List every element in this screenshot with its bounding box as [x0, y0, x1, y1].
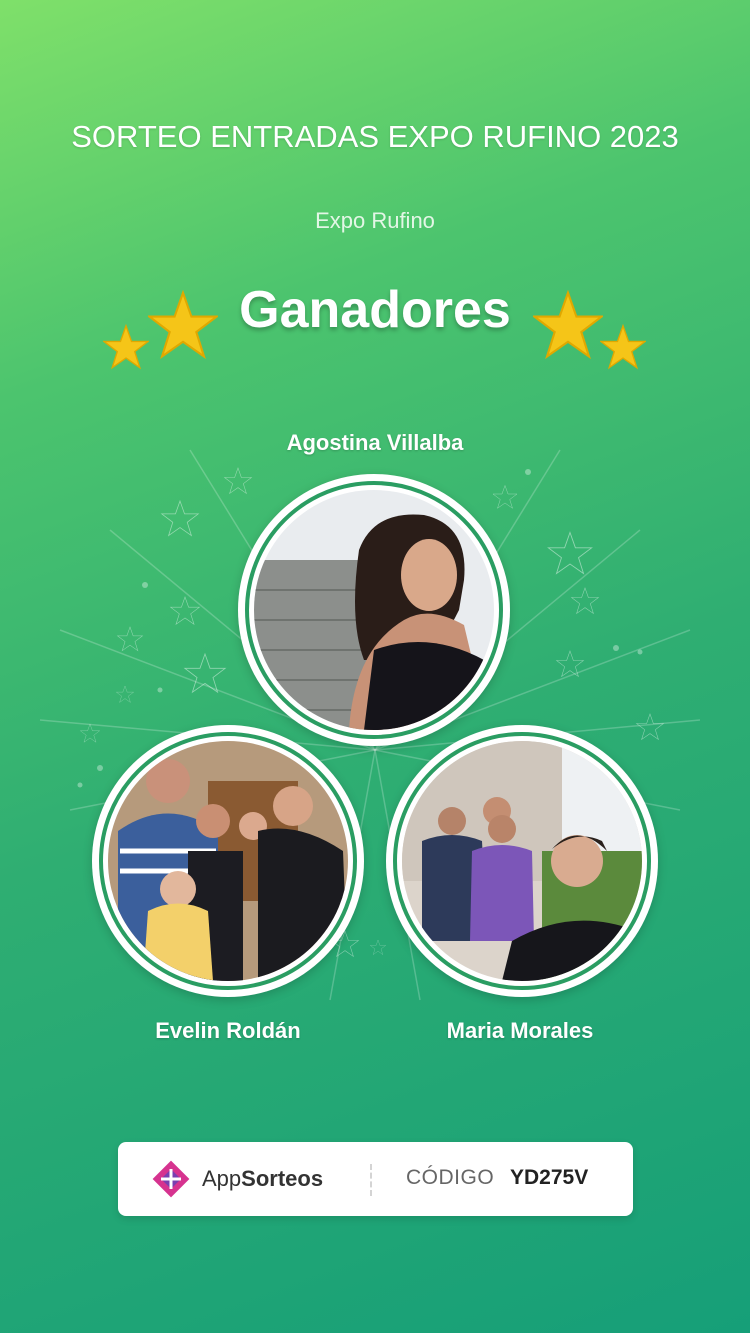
organizer-name: Expo Rufino [315, 208, 435, 233]
winner-avatar [386, 725, 658, 997]
winner-name: Maria Morales [446, 1018, 594, 1043]
draw-code: YD275V [510, 1166, 589, 1189]
draw-title: SORTEO ENTRADAS EXPO RUFINO 2023 [71, 119, 679, 154]
winner-name: Agostina Villalba [286, 430, 464, 455]
family-photo [108, 741, 348, 981]
divider [370, 1164, 372, 1196]
group-selfie-photo [402, 741, 642, 981]
code-label: CÓDIGO [406, 1166, 495, 1189]
winner-avatar [92, 725, 364, 997]
portrait-photo [254, 490, 494, 730]
appsorteos-logo-icon [152, 1160, 190, 1198]
appsorteos-footer[interactable]: AppSorteos CÓDIGO YD275V [118, 1142, 633, 1216]
winner-name: Evelin Roldán [155, 1018, 301, 1043]
brand-name: AppSorteos [202, 1166, 324, 1191]
winners-heading: Ganadores [239, 281, 511, 339]
winner-avatar [238, 474, 510, 746]
